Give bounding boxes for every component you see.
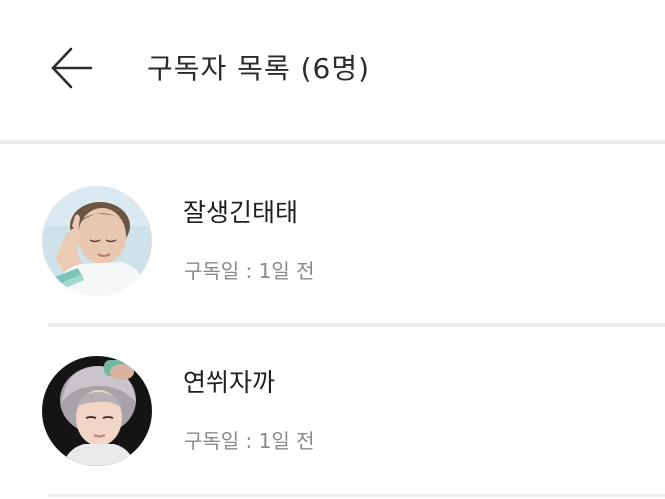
subscriber-nickname: 연쒸자까	[183, 368, 276, 397]
avatar[interactable]	[42, 356, 152, 466]
subscriber-nickname: 잘생긴태태	[183, 198, 299, 227]
list-item[interactable]: 잘생긴태태 구독일 : 1일 전	[0, 144, 665, 326]
app-header: 구독자 목록 (6명)	[0, 0, 665, 140]
user-photo	[42, 186, 152, 296]
arrow-left-icon	[51, 47, 93, 89]
subscription-date: 구독일 : 1일 전	[184, 259, 315, 283]
page-title: 구독자 목록 (6명)	[147, 52, 371, 85]
row-divider	[48, 494, 665, 497]
subscription-date: 구독일 : 1일 전	[184, 429, 315, 453]
user-photo	[42, 356, 152, 466]
row-divider	[48, 324, 665, 327]
back-button[interactable]	[44, 44, 100, 94]
list-item[interactable]: 연쒸자까 구독일 : 1일 전	[0, 314, 665, 482]
avatar[interactable]	[42, 186, 152, 296]
